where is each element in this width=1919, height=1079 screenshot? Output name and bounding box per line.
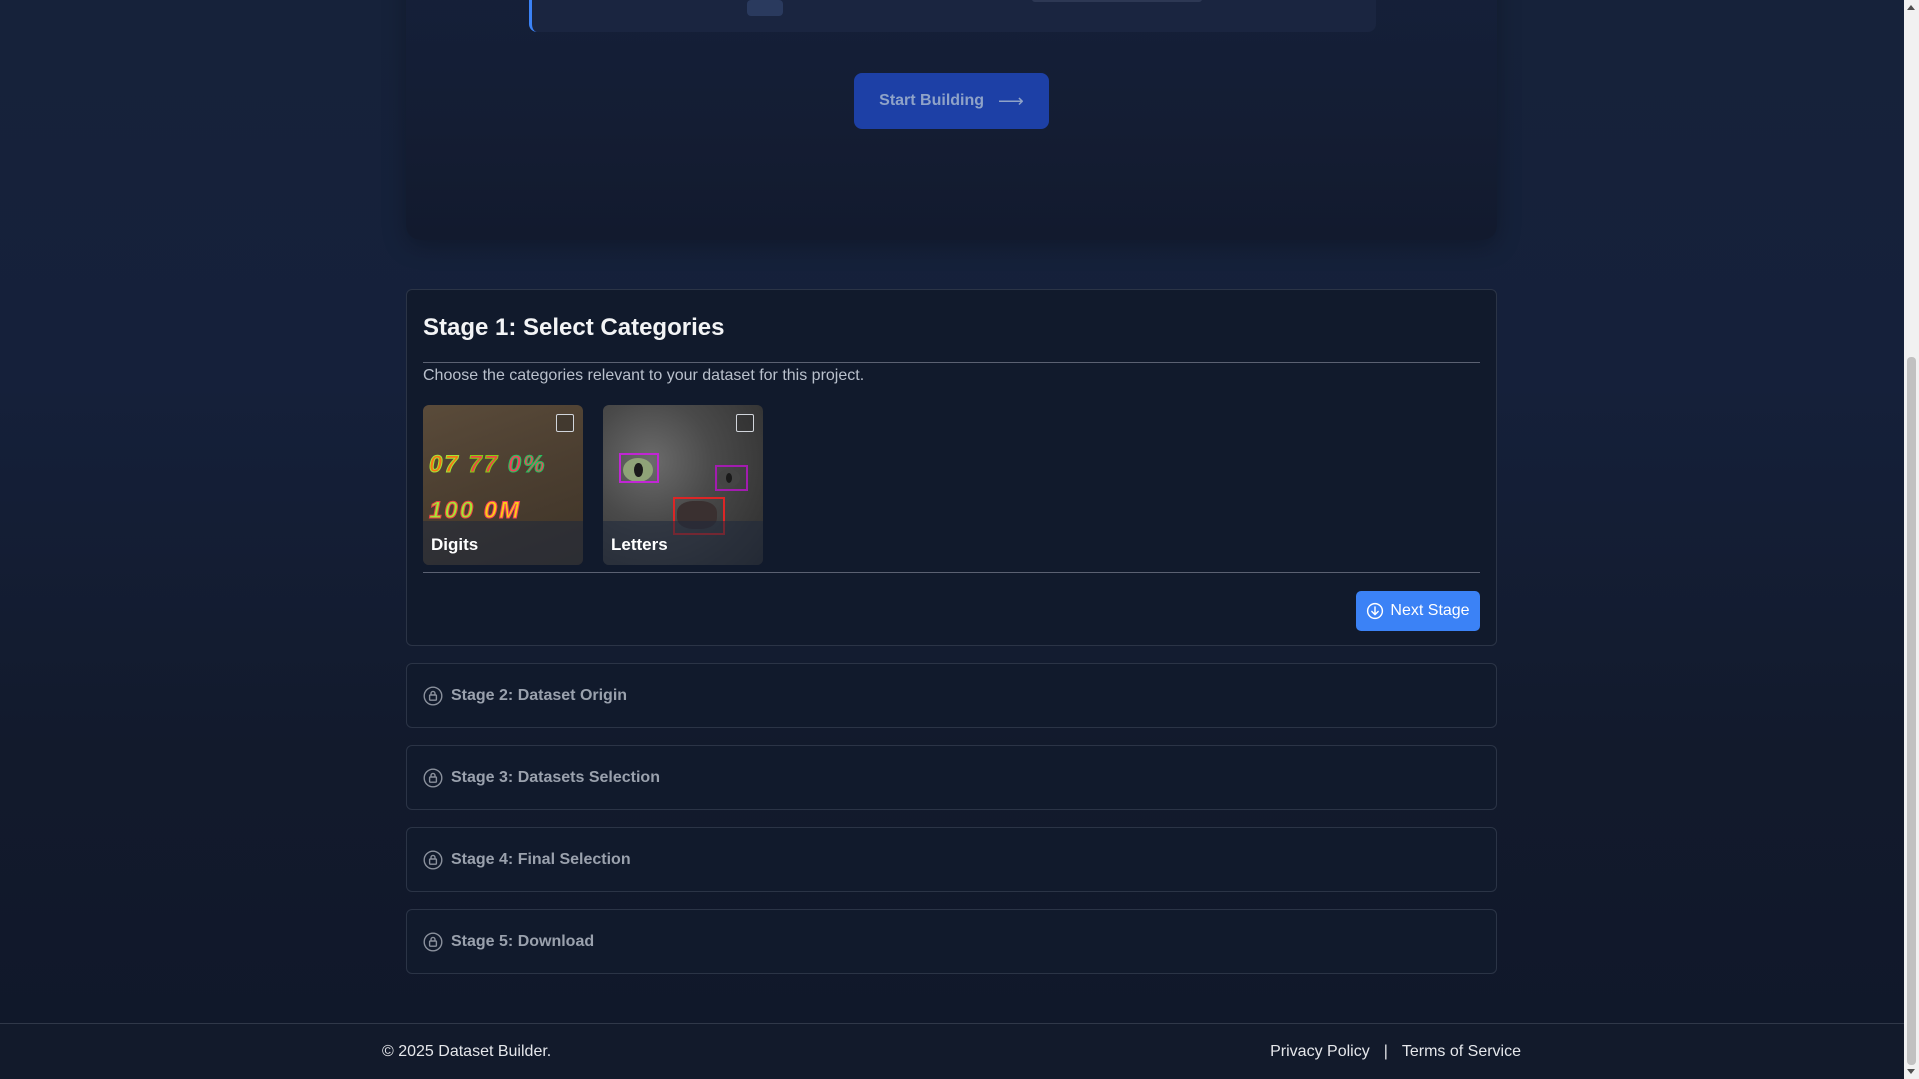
footer: © 2025 Dataset Builder. Privacy Policy |… (0, 1023, 1904, 1079)
stage-3-card[interactable]: Stage 3: Datasets Selection (406, 745, 1497, 810)
category-label-letters: Letters (611, 535, 668, 554)
category-checkbox-digits[interactable] (556, 414, 574, 432)
divider (423, 362, 1480, 363)
footer-separator: | (1383, 1043, 1388, 1060)
lock-icon (423, 767, 443, 788)
stage-1-description: Choose the categories relevant to your d… (423, 367, 865, 384)
page: Start Building ⟶ Stage 1: Select Categor… (0, 0, 1904, 1079)
next-stage-button[interactable]: Next Stage (1356, 591, 1480, 631)
stage-5-title: Stage 5: Download (451, 932, 595, 950)
category-label-digits: Digits (431, 535, 479, 554)
category-checkbox-letters[interactable] (736, 414, 754, 432)
scroll-down-arrow-icon[interactable] (1907, 1069, 1915, 1074)
category-card-letters[interactable]: Letters (603, 405, 763, 565)
next-stage-label: Next Stage (1390, 602, 1470, 619)
category-card-digits[interactable]: 07 77 0% 100 0M Digits (423, 405, 583, 565)
bounding-box-annotation (715, 465, 748, 491)
privacy-policy-link[interactable]: Privacy Policy (1270, 1043, 1370, 1061)
hero-panel: Start Building ⟶ (406, 0, 1497, 240)
stage-3-title: Stage 3: Datasets Selection (451, 768, 660, 786)
divider (423, 572, 1480, 573)
lock-icon (423, 931, 443, 952)
arrow-right-icon: ⟶ (998, 90, 1024, 111)
hero-inline-badge (747, 0, 783, 16)
vertical-scrollbar[interactable] (1904, 0, 1919, 1079)
digits-sample-image-row1: 07 77 0% (429, 451, 547, 479)
hero-callout-text-fragment (1032, 0, 1202, 2)
lock-icon (423, 849, 443, 870)
stage-4-card[interactable]: Stage 4: Final Selection (406, 827, 1497, 892)
scrollbar-thumb[interactable] (1907, 357, 1916, 1065)
stage-2-card[interactable]: Stage 2: Dataset Origin (406, 663, 1497, 728)
lock-icon (423, 685, 443, 706)
stage-4-title: Stage 4: Final Selection (451, 850, 631, 868)
stage-1-title: Stage 1: Select Categories (423, 314, 725, 341)
stage-5-card[interactable]: Stage 5: Download (406, 909, 1497, 974)
hero-info-callout (529, 0, 1376, 32)
scroll-up-arrow-icon[interactable] (1907, 5, 1915, 10)
start-building-label: Start Building (879, 92, 985, 109)
stage-2-title: Stage 2: Dataset Origin (451, 686, 628, 704)
footer-links: Privacy Policy | Terms of Service (1270, 1043, 1521, 1061)
stage-1-card: Stage 1: Select Categories Choose the ca… (406, 289, 1497, 646)
footer-copyright: © 2025 Dataset Builder. (382, 1043, 552, 1060)
terms-of-service-link[interactable]: Terms of Service (1402, 1043, 1521, 1061)
start-building-button[interactable]: Start Building ⟶ (854, 73, 1049, 129)
arrow-down-circle-icon (1366, 602, 1384, 620)
bounding-box-annotation (619, 453, 659, 483)
